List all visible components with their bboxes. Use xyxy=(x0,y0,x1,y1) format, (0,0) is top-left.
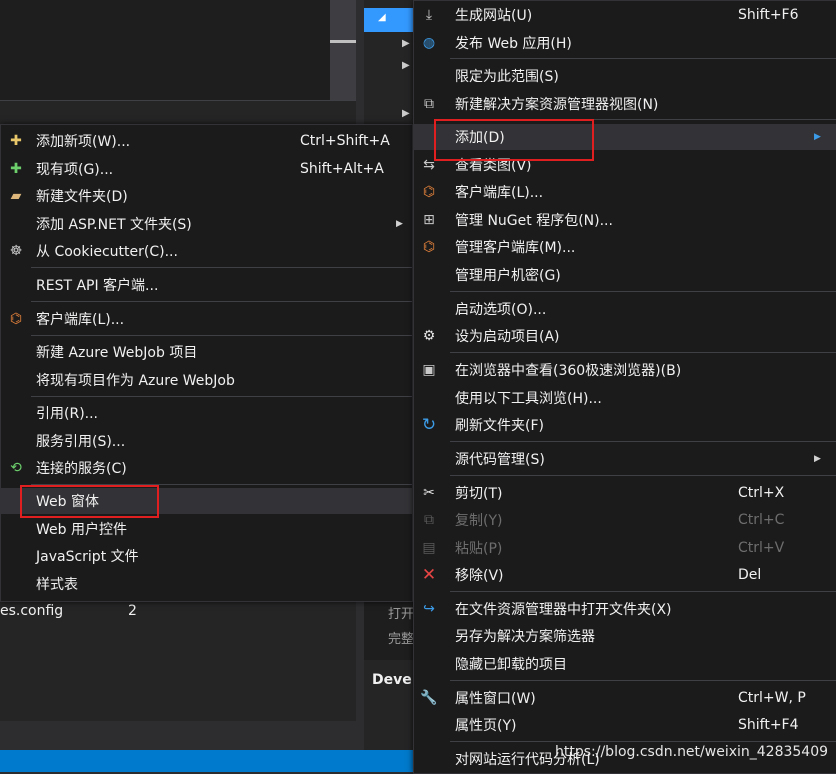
paste-icon: ▤ xyxy=(422,540,436,556)
menu-item-add-aspnet-folder[interactable]: 添加 ASP.NET 文件夹(S) ▶ xyxy=(1,211,412,237)
menu-item-copy[interactable]: ⧉ 复制(Y) Ctrl+C xyxy=(414,507,836,533)
wrench-icon: 🔧 xyxy=(420,690,438,706)
globe-icon: ◍ xyxy=(422,35,436,51)
output-line: 完整 xyxy=(388,632,415,647)
menu-item-paste[interactable]: ▤ 粘贴(P) Ctrl+V xyxy=(414,535,836,561)
menu-separator xyxy=(31,267,412,268)
menu-separator xyxy=(450,680,836,681)
new-folder-icon: ▰ xyxy=(10,188,22,204)
menu-item-set-startup-project[interactable]: ⚙ 设为启动项目(A) xyxy=(414,323,836,349)
menu-separator xyxy=(31,396,412,397)
menu-item-manage-client-libraries[interactable]: ⌬ 管理客户端库(M)... xyxy=(414,234,836,260)
output-line: 打开 xyxy=(388,607,415,622)
selected-tree-row[interactable] xyxy=(364,8,414,32)
menu-item-browse-with[interactable]: 使用以下工具浏览(H)... xyxy=(414,385,836,411)
client-library-icon: ⌬ xyxy=(9,311,23,327)
scrollbar-thumb[interactable] xyxy=(330,40,356,43)
vertical-scrollbar[interactable] xyxy=(330,0,356,100)
existing-item-icon: ✚ xyxy=(10,161,22,177)
config-count: 2 xyxy=(128,603,137,619)
panel-label: Deve xyxy=(372,672,412,688)
menu-item-properties-window[interactable]: 🔧 属性窗口(W) Ctrl+W, P xyxy=(414,685,836,711)
submenu-arrow-icon: ▶ xyxy=(814,454,821,464)
expand-arrow-icon[interactable]: ◢ xyxy=(378,12,386,23)
build-icon: ⤓ xyxy=(425,7,433,23)
add-submenu: ✚ 添加新项(W)... Ctrl+Shift+A ✚ 现有项(G)... Sh… xyxy=(0,124,413,602)
menu-separator xyxy=(31,335,412,336)
menu-separator xyxy=(31,301,412,302)
menu-item-manage-nuget[interactable]: ⊞ 管理 NuGet 程序包(N)... xyxy=(414,207,836,233)
connected-service-icon: ⟲ xyxy=(10,460,22,476)
menu-separator xyxy=(450,352,836,353)
remove-icon: ✕ xyxy=(421,565,437,585)
menu-item-client-library[interactable]: ⌬ 客户端库(L)... xyxy=(1,306,412,332)
expand-arrow-icon[interactable]: ▶ xyxy=(402,108,410,119)
menu-item-refresh-folder[interactable]: ↻ 刷新文件夹(F) xyxy=(414,412,836,438)
browser-icon: ▣ xyxy=(422,362,436,378)
menu-item-hide-unloaded[interactable]: 隐藏已卸载的项目 xyxy=(414,651,836,677)
menu-item-cookiecutter[interactable]: ☸ 从 Cookiecutter(C)... xyxy=(1,238,412,264)
new-view-icon: ⧉ xyxy=(424,96,434,112)
nuget-icon: ⊞ xyxy=(423,212,435,228)
menu-item-rest-api-client[interactable]: REST API 客户端... xyxy=(1,272,412,298)
menu-item-open-in-file-explorer[interactable]: ↪ 在文件资源管理器中打开文件夹(X) xyxy=(414,596,836,622)
cookiecutter-icon: ☸ xyxy=(9,243,23,259)
menu-separator xyxy=(450,291,836,292)
menu-item-scope-to-this[interactable]: 限定为此范围(S) xyxy=(414,63,836,89)
solution-context-menu: ⤓ 生成网站(U) Shift+F6 ◍ 发布 Web 应用(H) 限定为此范围… xyxy=(413,0,836,774)
menu-item-build-website[interactable]: ⤓ 生成网站(U) Shift+F6 xyxy=(414,2,836,28)
menu-item-connected-service[interactable]: ⟲ 连接的服务(C) xyxy=(1,455,412,481)
menu-item-save-as-filter[interactable]: 另存为解决方案筛选器 xyxy=(414,623,836,649)
gear-icon: ⚙ xyxy=(422,328,436,344)
menu-item-reference[interactable]: 引用(R)... xyxy=(1,400,412,426)
menu-item-view-in-browser[interactable]: ▣ 在浏览器中查看(360极速浏览器)(B) xyxy=(414,357,836,383)
expand-arrow-icon[interactable]: ▶ xyxy=(402,60,410,71)
menu-item-remove[interactable]: ✕ 移除(V) Del xyxy=(414,562,836,588)
menu-item-client-library[interactable]: ⌬ 客户端库(L)... xyxy=(414,179,836,205)
add-item-icon: ✚ xyxy=(10,133,22,149)
annotation-highlight-add xyxy=(434,119,594,161)
submenu-arrow-icon: ▶ xyxy=(814,132,821,142)
menu-item-publish-web-app[interactable]: ◍ 发布 Web 应用(H) xyxy=(414,30,836,56)
menu-separator xyxy=(450,58,836,59)
menu-item-property-pages[interactable]: 属性页(Y) Shift+F4 xyxy=(414,712,836,738)
scissors-icon: ✂ xyxy=(423,485,435,501)
menu-item-existing-azure-webjob[interactable]: 将现有项目作为 Azure WebJob xyxy=(1,367,412,393)
menu-item-startup-options[interactable]: 启动选项(O)... xyxy=(414,296,836,322)
client-library-icon: ⌬ xyxy=(422,184,436,200)
menu-item-stylesheet[interactable]: 样式表 xyxy=(1,571,412,597)
menu-item-source-control[interactable]: 源代码管理(S) ▶ xyxy=(414,446,836,472)
menu-item-web-user-control[interactable]: Web 用户控件 xyxy=(1,516,412,542)
menu-item-service-reference[interactable]: 服务引用(S)... xyxy=(1,428,412,454)
watermark-text: https://blog.csdn.net/weixin_42835409 xyxy=(555,744,829,760)
submenu-arrow-icon: ▶ xyxy=(396,219,403,229)
menu-separator xyxy=(450,475,836,476)
refresh-icon: ↻ xyxy=(421,415,437,435)
client-library-icon: ⌬ xyxy=(422,239,436,255)
open-folder-icon: ↪ xyxy=(423,601,435,617)
editor-panel xyxy=(0,0,330,100)
menu-item-javascript-file[interactable]: JavaScript 文件 xyxy=(1,543,412,569)
menu-separator xyxy=(450,741,836,742)
menu-item-add-new-item[interactable]: ✚ 添加新项(W)... Ctrl+Shift+A xyxy=(1,128,412,154)
menu-separator xyxy=(450,591,836,592)
menu-item-new-folder[interactable]: ▰ 新建文件夹(D) xyxy=(1,183,412,209)
menu-item-manage-user-secrets[interactable]: 管理用户机密(G) xyxy=(414,262,836,288)
menu-item-new-solution-explorer-view[interactable]: ⧉ 新建解决方案资源管理器视图(N) xyxy=(414,91,836,117)
menu-item-new-azure-webjob[interactable]: 新建 Azure WebJob 项目 xyxy=(1,339,412,365)
copy-icon: ⧉ xyxy=(424,512,434,528)
expand-arrow-icon[interactable]: ▶ xyxy=(402,38,410,49)
menu-separator xyxy=(450,441,836,442)
menu-item-existing-item[interactable]: ✚ 现有项(G)... Shift+Alt+A xyxy=(1,156,412,182)
annotation-highlight-web-form xyxy=(20,485,159,518)
menu-item-cut[interactable]: ✂ 剪切(T) Ctrl+X xyxy=(414,480,836,506)
config-file-name[interactable]: es.config xyxy=(0,603,63,619)
